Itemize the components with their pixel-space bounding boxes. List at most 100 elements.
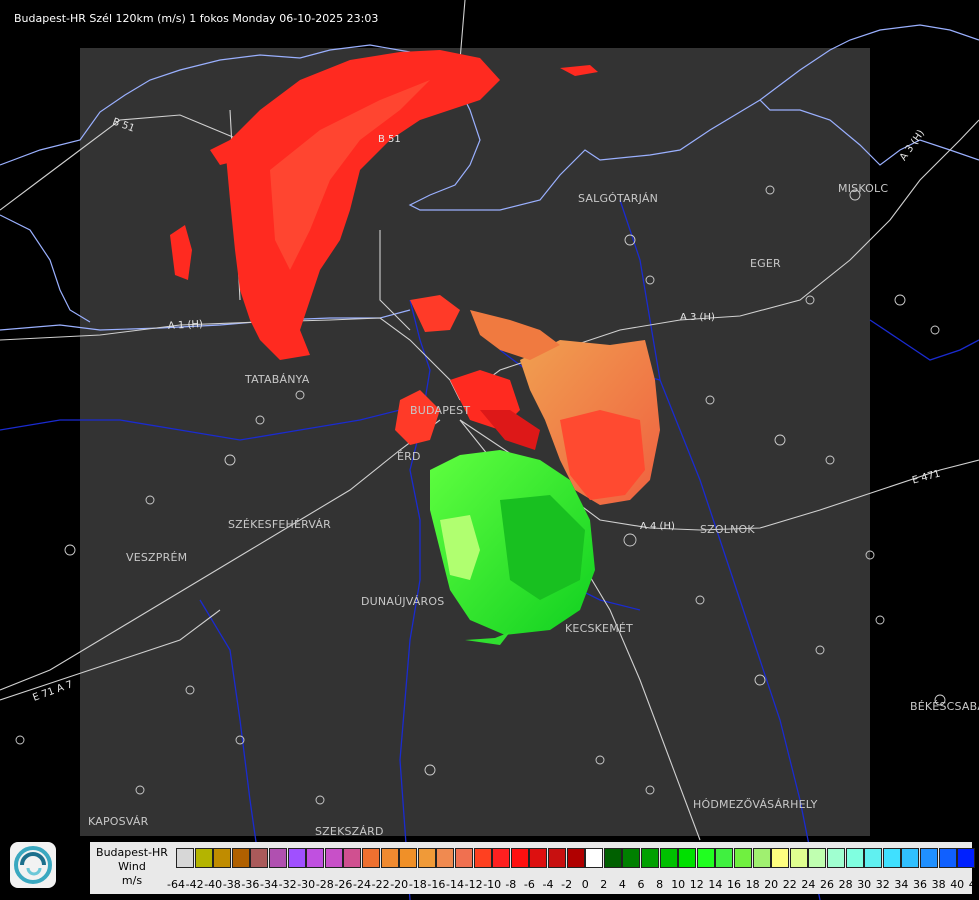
legend-color-cell [250, 848, 269, 868]
legend-tick-label: -20 [390, 878, 409, 891]
legend-color-cell [864, 848, 883, 868]
city-label: SALGÓTARJÁN [578, 192, 659, 205]
legend-tick-label: -22 [371, 878, 390, 891]
city-label: KAPOSVÁR [88, 815, 149, 828]
legend-color-cell [176, 848, 194, 868]
legend-tick-label: 4 [618, 878, 626, 891]
city-label: KECSKEMÉT [565, 622, 633, 635]
legend-tick-label: -64 [167, 878, 185, 891]
road-label: A 4 (H) [640, 521, 675, 532]
legend-color-cell [362, 848, 380, 868]
legend-tick-label: 38 [931, 878, 946, 891]
legend-color-cell [492, 848, 511, 868]
city-label: HÓDMEZŐVÁSÁRHELY [693, 798, 818, 811]
legend-color-cell [901, 848, 920, 868]
legend-tick-label: -32 [278, 878, 297, 891]
legend-radar-name: Budapest-HR [96, 846, 168, 859]
legend-tick-label: 8 [656, 878, 664, 891]
legend-tick-label: 16 [727, 878, 741, 891]
legend-color-cell [734, 848, 752, 868]
legend-tick-label: 24 [801, 878, 816, 891]
legend-color-cell [306, 848, 325, 868]
legend-tick-label: -28 [315, 878, 334, 891]
city-label: ÉRD [397, 450, 421, 463]
legend-tick-label: -6 [523, 878, 535, 891]
legend-tick-label: -12 [464, 878, 483, 891]
city-label: VESZPRÉM [126, 551, 188, 564]
legend-color-cell [269, 848, 287, 868]
legend-color-cell [585, 848, 604, 868]
legend-tick-label: 6 [637, 878, 645, 891]
met-service-logo [10, 842, 56, 888]
legend-tick-label: 12 [689, 878, 704, 891]
legend-color-cell [603, 848, 622, 868]
radar-map[interactable] [0, 0, 979, 900]
legend-tick-label: -2 [561, 878, 573, 891]
legend-color-cell [343, 848, 362, 868]
legend-color-cell [473, 848, 492, 868]
legend-tick-label: 32 [875, 878, 890, 891]
legend-color-cell [789, 848, 808, 868]
legend-color-cell [641, 848, 659, 868]
legend-color-cell [194, 848, 213, 868]
legend-color-cell [529, 848, 548, 868]
road-label: B 51 [378, 134, 401, 145]
legend-tick-label: -8 [505, 878, 517, 891]
legend-color-cell [882, 848, 901, 868]
legend-title: Budapest-HR Wind m/s [90, 846, 174, 888]
wind-speed-legend: Budapest-HR Wind m/s -64 -42 -40 -38 -36 -34-… [90, 842, 979, 894]
city-label: SZÉKESFEHÉRVÁR [228, 518, 331, 531]
legend-quantity: Wind [118, 860, 146, 873]
city-label: EGER [750, 257, 781, 270]
legend-tick-label: -36 [241, 878, 260, 891]
legend-tick-label: 30 [857, 878, 872, 891]
legend-tick-label: 18 [745, 878, 760, 891]
legend-color-cell [213, 848, 232, 868]
legend-tick-label: 28 [838, 878, 853, 891]
legend-tick-label: 26 [820, 878, 834, 891]
road-label: A 1 (H) [167, 319, 204, 332]
legend-color-cell [920, 848, 938, 868]
legend-tick-label: 22 [782, 878, 797, 891]
legend-color-cell [399, 848, 418, 868]
legend-tick-label: -14 [446, 878, 464, 891]
legend-color-cell [622, 848, 641, 868]
legend-tick-label: 14 [708, 878, 723, 891]
legend-tick-label: 2 [600, 878, 608, 891]
legend-tick-label: 10 [671, 878, 686, 891]
legend-color-cell [808, 848, 827, 868]
legend-tick-label: -40 [204, 878, 223, 891]
legend-color-cell [678, 848, 697, 868]
legend-color-cell [510, 848, 529, 868]
legend-tick-label: -30 [297, 878, 316, 891]
city-label: DUNAÚJVÁROS [361, 595, 445, 608]
city-label: TATABÁNYA [245, 373, 310, 386]
city-label: BÉKÉSCSABA [910, 700, 979, 713]
legend-color-cell [436, 848, 455, 868]
legend-color-cell [715, 848, 734, 868]
legend-color-cell [957, 848, 976, 868]
legend-tick-label: 42 [968, 878, 979, 891]
legend-tick-label: -42 [185, 878, 204, 891]
legend-color-cell [696, 848, 715, 868]
legend-tick-label: -26 [334, 878, 353, 891]
city-label: SZEKSZÁRD [315, 825, 384, 838]
legend-color-cell [827, 848, 845, 868]
legend-tick-label: -38 [222, 878, 241, 891]
legend-tick-label: -4 [542, 878, 554, 891]
swirl-icon [14, 846, 52, 884]
city-label: MISKOLC [838, 182, 889, 195]
legend-color-cell [548, 848, 566, 868]
legend-tick-label: -24 [353, 878, 371, 891]
legend-color-cell [659, 848, 678, 868]
legend-color-cell [287, 848, 306, 868]
legend-tick-label: -16 [427, 878, 446, 891]
legend-tick-label: -18 [408, 878, 427, 891]
legend-color-cell [455, 848, 473, 868]
radar-coverage-area [80, 48, 870, 836]
road-label: A 3 (H) [680, 312, 715, 323]
legend-color-cell [845, 848, 864, 868]
legend-tick-label: 36 [913, 878, 927, 891]
city-label: SZOLNOK [700, 523, 755, 536]
legend-tick-label: 34 [894, 878, 909, 891]
